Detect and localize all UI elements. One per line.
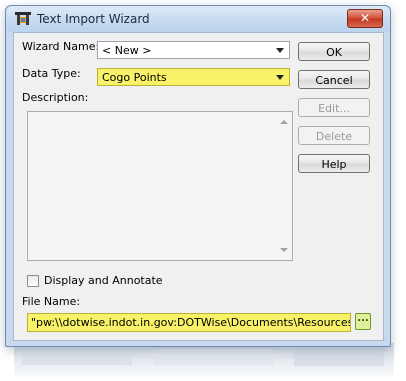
chevron-down-icon bbox=[276, 48, 284, 53]
description-label: Description: bbox=[22, 91, 89, 104]
wizard-name-select[interactable]: < New > bbox=[97, 41, 290, 59]
chevron-down-icon bbox=[276, 75, 284, 80]
title-bar[interactable]: Text Import Wizard ✕ bbox=[6, 6, 390, 32]
ok-button[interactable]: OK bbox=[298, 42, 370, 61]
reflection-block bbox=[154, 349, 274, 365]
wizard-name-label: Wizard Name: bbox=[22, 40, 100, 53]
scroll-up-icon[interactable] bbox=[280, 120, 288, 124]
window-reflection bbox=[14, 343, 394, 377]
file-name-field[interactable]: "pw:\\dotwise.indot.in.gov:DOTWise\Docum… bbox=[27, 313, 351, 332]
screen: Text Import Wizard ✕ Wizard Name: < New … bbox=[0, 0, 406, 381]
display-annotate-checkbox[interactable] bbox=[27, 275, 39, 287]
delete-button[interactable]: Delete bbox=[298, 126, 370, 145]
description-scrollbar[interactable] bbox=[276, 112, 292, 260]
edit-button[interactable]: Edit... bbox=[298, 98, 370, 117]
window-title: Text Import Wizard bbox=[37, 12, 150, 26]
wizard-name-value: < New > bbox=[102, 44, 152, 57]
reflection-block bbox=[22, 347, 132, 365]
browse-button[interactable]: ... bbox=[355, 313, 371, 330]
help-button[interactable]: Help bbox=[298, 154, 370, 173]
app-icon bbox=[15, 12, 31, 25]
file-name-label: File Name: bbox=[22, 295, 81, 308]
reflection-block bbox=[294, 346, 384, 366]
scroll-down-icon[interactable] bbox=[280, 248, 288, 252]
text-import-wizard-dialog: Text Import Wizard ✕ Wizard Name: < New … bbox=[5, 5, 391, 347]
close-icon: ✕ bbox=[359, 11, 371, 25]
cancel-button[interactable]: Cancel bbox=[298, 70, 370, 89]
data-type-select[interactable]: Cogo Points bbox=[97, 68, 290, 86]
description-textarea[interactable] bbox=[27, 111, 293, 261]
data-type-value: Cogo Points bbox=[102, 71, 167, 84]
display-annotate-label: Display and Annotate bbox=[44, 274, 163, 287]
close-button[interactable]: ✕ bbox=[347, 9, 383, 28]
dialog-body: Wizard Name: < New > Data Type: Cogo Poi… bbox=[13, 32, 384, 341]
data-type-label: Data Type: bbox=[22, 67, 81, 80]
